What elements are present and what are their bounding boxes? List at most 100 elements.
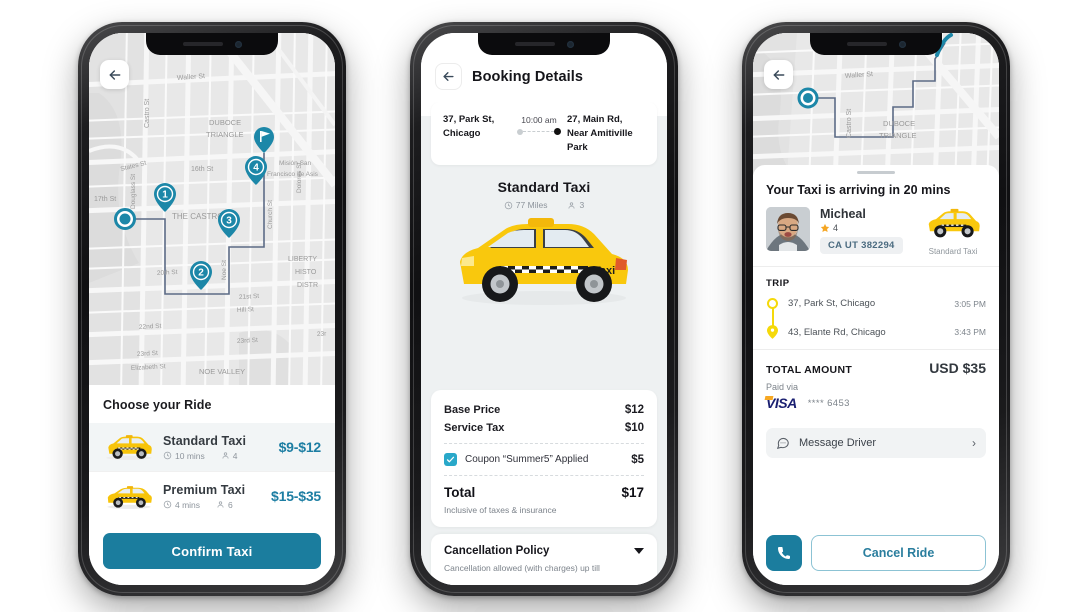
divider [444, 443, 644, 445]
arrival-title: Your Taxi is arriving in 20 mins [766, 183, 951, 197]
ride-map[interactable]: Waller St Castro St DUBOCE TRIANGLE Misión S… [89, 33, 335, 385]
ride-price: $15-$35 [271, 488, 321, 504]
route-line [517, 128, 561, 135]
phone1-notch [146, 33, 278, 55]
price-row: Base Price $12 [444, 401, 644, 419]
front-camera [566, 40, 574, 48]
ride-seats-label: 4 [232, 450, 238, 461]
phone3-notch [810, 33, 942, 55]
confirm-taxi-button[interactable]: Confirm Taxi [103, 533, 321, 569]
back-button[interactable] [764, 60, 793, 89]
vehicle-seats-label: 3 [579, 200, 585, 211]
choose-ride-sheet: Choose your Ride Standard Taxi 10 mins 4… [89, 385, 335, 585]
driver-rating-value: 4 [833, 223, 839, 233]
cancellation-policy-card: Cancellation Policy Cancellation allowed… [431, 534, 657, 585]
ride-meta: 4 mins 6 [163, 500, 263, 510]
map-stop-marker[interactable]: 4 [244, 155, 267, 185]
driver-avatar [766, 207, 810, 251]
trip-stop-list: 37, Park St, Chicago 3:05 PM 43, Elante … [766, 298, 986, 339]
cancel-ride-button[interactable]: Cancel Ride [811, 535, 986, 571]
destination-pin-icon [767, 325, 778, 339]
coupon-row: Coupon “Summer5” Applied $5 [444, 450, 644, 469]
phone2-screen: Booking Details 37, Park St, Chicago 10:… [421, 33, 667, 585]
vehicle-meta: 77 Miles 3 [421, 200, 667, 210]
vehicle-col: Standard Taxi [920, 207, 986, 256]
clock-icon [163, 451, 172, 460]
ride-option-standard[interactable]: Standard Taxi 10 mins 4 $9-$12 [89, 423, 335, 471]
price-breakdown-card: Base Price $12 Service Tax $10 Coupon “S… [431, 390, 657, 528]
person-icon [568, 202, 575, 209]
origin-ring-icon [767, 298, 778, 309]
ride-eta: 10 mins [163, 451, 205, 461]
price-label: Base Price [444, 404, 501, 417]
route-summary-card: 37, Park St, Chicago 10:00 am 27, Main R… [431, 102, 657, 166]
trip-stop-destination: 43, Elante Rd, Chicago 3:43 PM [766, 325, 986, 339]
total-value: $17 [621, 485, 644, 501]
person-icon [222, 452, 229, 459]
ride-seats-label: 6 [228, 499, 233, 510]
tracking-sheet: Your Taxi is arriving in 20 mins Micheal… [753, 165, 999, 585]
svg-text:2: 2 [198, 268, 204, 279]
message-bubble-icon [776, 437, 789, 450]
total-amount-row: TOTAL AMOUNT USD $35 [766, 360, 986, 376]
phone-mockup-choose-ride: Waller St Castro St DUBOCE TRIANGLE Misión S… [78, 22, 346, 596]
visa-logo: VISA [766, 395, 797, 411]
confirm-button-wrap: Confirm Taxi [89, 525, 335, 585]
svg-text:1: 1 [162, 190, 168, 201]
ride-info: Standard Taxi 10 mins 4 [163, 434, 271, 461]
phone-icon [777, 546, 791, 560]
trip-section: TRIP 37, Park St, Chicago 3:05 PM 43, El… [753, 266, 999, 349]
price-value: $10 [624, 422, 644, 435]
vehicle-distance: 77 Miles [504, 200, 548, 211]
vehicle-distance-label: 77 Miles [515, 200, 548, 211]
back-button[interactable] [435, 63, 462, 90]
call-driver-button[interactable] [766, 535, 802, 571]
vehicle-name: Standard Taxi [497, 179, 591, 196]
front-camera [898, 40, 906, 48]
back-arrow-icon [109, 69, 120, 80]
coupon-checkbox[interactable] [444, 453, 457, 467]
flag-pin-marker [254, 127, 274, 153]
earpiece-speaker [182, 42, 223, 46]
tracking-actions: Cancel Ride [753, 525, 999, 585]
page-title: Booking Details [472, 68, 584, 85]
policy-detail: Cancellation allowed (with charges) up t… [444, 563, 600, 574]
back-arrow-icon [443, 72, 454, 81]
taxi-car-icon [928, 208, 980, 238]
trip-heading: TRIP [766, 278, 790, 289]
message-driver-button[interactable]: Message Driver › [766, 428, 986, 458]
sheet-grab-handle[interactable] [857, 171, 895, 174]
ride-name: Standard Taxi [163, 433, 247, 448]
ride-eta: 4 mins [163, 500, 200, 510]
route-dashed-line [523, 131, 554, 132]
booking-body: 37, Park St, Chicago 10:00 am 27, Main R… [421, 102, 667, 585]
back-arrow-icon [773, 69, 784, 80]
sheet-title: Choose your Ride [103, 398, 212, 412]
ride-price: $9-$12 [278, 439, 322, 455]
dropoff-address: 27, Main Rd, Near Amitiville Park [567, 114, 633, 153]
taxi-car-illustration: Taxi [460, 218, 628, 306]
map-stop-marker[interactable]: 1 [154, 183, 176, 212]
origin-dot-marker [114, 208, 136, 230]
policy-toggle[interactable]: Cancellation Policy [444, 545, 644, 557]
phone2-notch [478, 33, 610, 55]
earpiece-speaker [846, 42, 887, 46]
ride-seats: 4 [221, 451, 238, 461]
map-stop-marker[interactable]: 2 [190, 261, 212, 290]
person-icon [217, 501, 224, 508]
paid-via-label: Paid via [766, 382, 799, 392]
trip-stop-origin: 37, Park St, Chicago 3:05 PM [766, 298, 986, 309]
payment-method-row: VISA **** 6453 [766, 395, 986, 411]
back-button[interactable] [100, 60, 129, 89]
trip-stop-address: 37, Park St, Chicago [788, 298, 876, 309]
message-driver-label: Message Driver [799, 437, 877, 449]
coupon-value: $5 [631, 453, 644, 466]
pickup-time: 10:00 am [521, 115, 557, 125]
ride-info: Premium Taxi 4 mins 6 [163, 483, 263, 510]
price-label: Service Tax [444, 422, 505, 435]
clock-icon [163, 500, 172, 509]
ride-option-premium[interactable]: Premium Taxi 4 mins 6 $15-$35 [89, 471, 335, 520]
check-icon [446, 456, 455, 463]
map-stop-marker[interactable]: 3 [218, 209, 240, 238]
clock-icon [504, 201, 513, 210]
